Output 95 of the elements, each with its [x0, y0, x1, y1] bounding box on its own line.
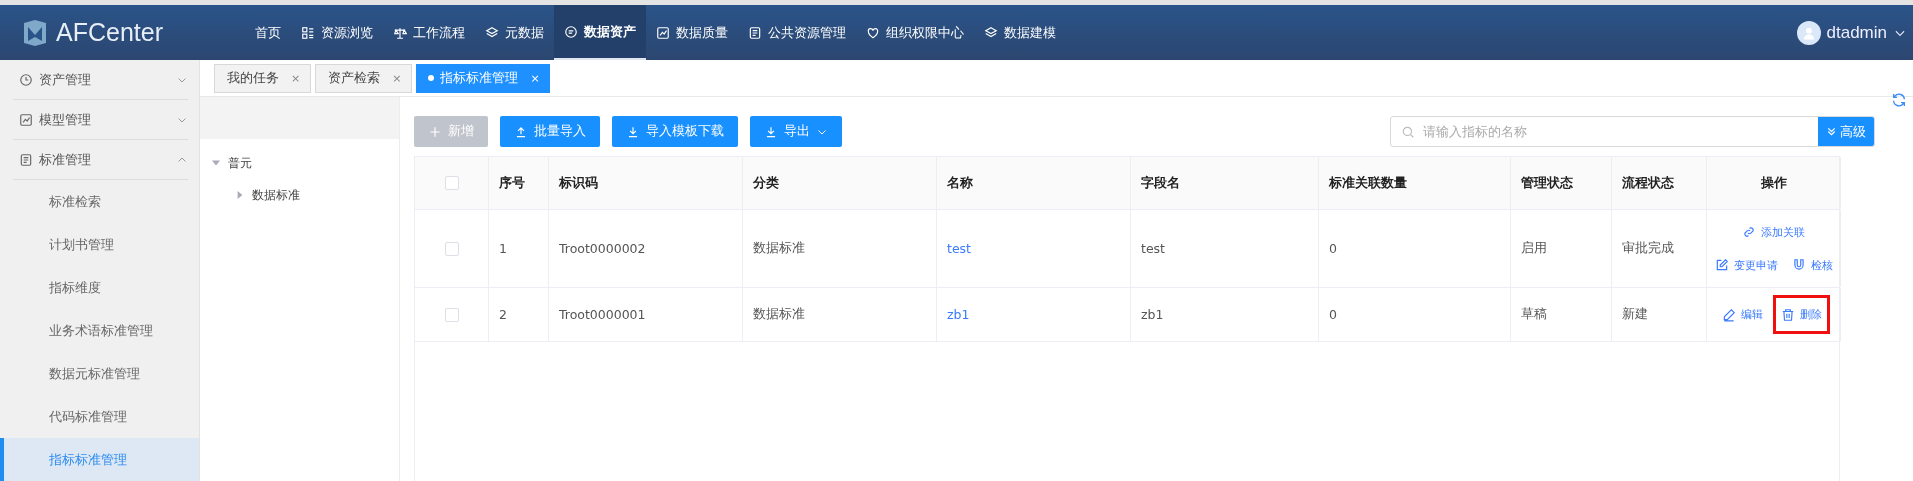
clock-icon — [19, 72, 33, 87]
dot-icon — [428, 75, 435, 81]
chart-icon — [19, 112, 33, 127]
heart-icon — [866, 25, 880, 40]
caret-right-icon[interactable] — [236, 191, 244, 199]
upload-icon — [514, 124, 528, 139]
column-header: 标准关联数量 — [1329, 174, 1407, 192]
sidebar-group[interactable]: 模型管理 — [39, 110, 91, 129]
name-link[interactable]: test — [947, 241, 971, 256]
magnet-icon — [1791, 258, 1806, 272]
sidebar-item[interactable]: 代码标准管理 — [0, 395, 199, 438]
grid-icon — [301, 25, 315, 40]
table-cell: 新建 — [1622, 306, 1648, 323]
column-header: 分类 — [753, 174, 779, 192]
nav-item[interactable]: 组织权限中心 — [856, 5, 974, 60]
layers-icon — [485, 25, 499, 40]
column-header: 名称 — [947, 174, 973, 192]
chart-icon — [656, 25, 670, 40]
user-name[interactable]: dtadmin — [1826, 22, 1887, 43]
table-cell: 启用 — [1521, 240, 1547, 257]
action-link[interactable]: 检核 — [1787, 253, 1837, 277]
document-icon — [19, 152, 33, 167]
nav-item[interactable]: 首页 — [245, 5, 291, 60]
column-header: 流程状态 — [1622, 174, 1674, 192]
tab[interactable]: 资产检索 × — [315, 63, 413, 93]
nav-item[interactable]: 数据质量 — [646, 5, 738, 60]
logo-icon — [22, 18, 48, 47]
sidebar-group[interactable]: 标准管理 — [39, 150, 91, 169]
nav-item[interactable]: 数据资产 — [554, 5, 646, 60]
toolbar-button[interactable]: 批量导入 — [500, 116, 600, 147]
layers-icon — [984, 25, 998, 40]
avatar-icon[interactable] — [1796, 20, 1821, 45]
action-link[interactable]: 变更申请 — [1710, 253, 1782, 277]
sidebar-item[interactable]: 数据元标准管理 — [0, 352, 199, 395]
table-cell: 0 — [1329, 241, 1337, 256]
sidebar-item[interactable]: 业务术语标准管理 — [0, 309, 199, 352]
plus-icon — [428, 124, 442, 139]
trash-icon — [1780, 307, 1795, 322]
search-field[interactable]: 请输入指标的名称 高级 — [1390, 116, 1875, 147]
pen-icon — [1721, 307, 1736, 322]
caret-down-icon[interactable] — [212, 159, 220, 167]
table-cell: Troot0000001 — [559, 307, 646, 322]
nav-item[interactable]: 公共资源管理 — [738, 5, 856, 60]
table-cell: 数据标准 — [753, 240, 805, 257]
nav-item[interactable]: 数据建模 — [974, 5, 1066, 60]
table-cell: 2 — [499, 307, 507, 322]
advanced-button[interactable]: 高级 — [1818, 117, 1874, 146]
link-icon — [1742, 225, 1756, 239]
logo-text: AFCenter — [56, 18, 163, 47]
column-header: 操作 — [1760, 174, 1787, 192]
action-link[interactable]: 添加关联 — [1738, 220, 1809, 244]
action-link[interactable]: 编辑 — [1717, 295, 1767, 334]
nav-item[interactable]: 工作流程 — [383, 5, 475, 60]
checkbox[interactable] — [444, 241, 459, 256]
sidebar-item[interactable]: 标准检索 — [0, 180, 199, 223]
name-link[interactable]: zb1 — [947, 307, 970, 322]
edit-icon — [1714, 258, 1729, 272]
double-chevron-icon — [1826, 126, 1837, 137]
action-link[interactable]: 删除 — [1772, 295, 1830, 334]
column-header: 序号 — [499, 174, 525, 192]
nav-item[interactable]: 元数据 — [475, 5, 554, 60]
column-header: 管理状态 — [1521, 174, 1573, 192]
sidebar-item[interactable]: 指标维度 — [0, 266, 199, 309]
table-cell: 草稿 — [1521, 306, 1547, 323]
table-cell: 审批完成 — [1622, 240, 1674, 257]
nav-item[interactable]: 资源浏览 — [291, 5, 383, 60]
toolbar-button[interactable]: 导入模板下载 — [612, 116, 738, 147]
scale-icon — [393, 25, 407, 40]
table-cell: 1 — [499, 241, 507, 256]
sidebar-group[interactable]: 资产管理 — [39, 70, 91, 89]
close-icon[interactable]: × — [291, 71, 301, 85]
tree-node[interactable]: 普元 — [228, 154, 252, 172]
close-icon[interactable]: × — [530, 71, 540, 85]
toolbar-button[interactable]: 导出 — [750, 116, 842, 147]
checkbox[interactable] — [444, 307, 459, 322]
column-header: 字段名 — [1141, 174, 1180, 192]
download-icon — [764, 124, 778, 139]
sidebar-item[interactable]: 计划书管理 — [0, 223, 199, 266]
table-cell: Troot0000002 — [559, 241, 646, 256]
tree-node[interactable]: 数据标准 — [252, 186, 300, 204]
sidebar-item[interactable]: 指标标准管理 — [0, 438, 199, 481]
checkbox[interactable] — [444, 176, 459, 190]
table-cell: zb1 — [1141, 307, 1164, 322]
tab[interactable]: 指标标准管理 × — [416, 63, 550, 93]
chat-icon — [564, 24, 578, 39]
search-icon — [1401, 124, 1415, 139]
document-icon — [748, 25, 762, 40]
table-cell: 0 — [1329, 307, 1337, 322]
refresh-icon[interactable] — [1891, 92, 1907, 108]
download-icon — [626, 124, 640, 139]
table-cell: 数据标准 — [753, 306, 805, 323]
close-icon[interactable]: × — [392, 71, 402, 85]
table-cell: test — [1141, 241, 1165, 256]
column-header: 标识码 — [559, 174, 598, 192]
tab[interactable]: 我的任务 × — [214, 63, 312, 93]
